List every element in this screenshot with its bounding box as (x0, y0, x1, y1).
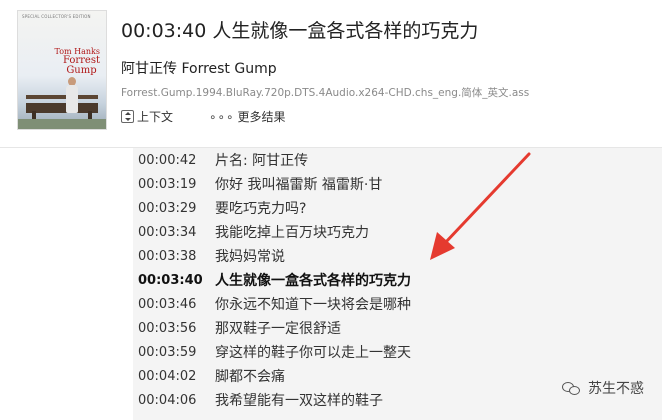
more-dots-icon: ∘∘∘ (209, 109, 235, 124)
subtitle-row[interactable]: 00:03:56 那双鞋子一定很舒适 (133, 316, 662, 340)
subtitle-text: 我希望能有一双这样的鞋子 (215, 393, 383, 409)
subtitle-row[interactable]: 00:03:38 我妈妈常说 (133, 244, 662, 268)
subtitle-time: 00:03:34 (138, 224, 197, 240)
up-down-icon (121, 110, 134, 123)
poster-bench-back (26, 95, 98, 99)
subtitle-time: 00:03:40 (138, 272, 203, 288)
subtitle-text: 那双鞋子一定很舒适 (215, 321, 341, 337)
subtitle-time: 00:03:29 (138, 200, 197, 216)
movie-name[interactable]: 阿甘正传 Forrest Gump (121, 58, 277, 78)
watermark: 苏生不惑 (562, 378, 644, 398)
subtitle-row[interactable]: 00:00:42 片名: 阿甘正传 (133, 148, 662, 172)
poster-person (66, 85, 78, 113)
subtitle-row[interactable]: 00:03:19 你好 我叫福雷斯 福雷斯·甘 (133, 172, 662, 196)
subtitle-file-name: Forrest.Gump.1994.BluRay.720p.DTS.4Audio… (121, 87, 530, 99)
subtitle-text: 你永远不知道下一块将会是哪种 (215, 297, 411, 313)
wechat-icon (562, 380, 582, 396)
subtitle-row-current[interactable]: 00:03:40 人生就像一盒各式各样的巧克力 (133, 268, 662, 292)
subtitle-time: 00:03:38 (138, 248, 197, 264)
result-title[interactable]: 00:03:40 人生就像一盒各式各样的巧克力 (121, 16, 478, 43)
context-label: 上下文 (137, 110, 174, 124)
subtitle-time: 00:04:06 (138, 392, 197, 408)
subtitle-row[interactable]: 00:03:34 我能吃掉上百万块巧克力 (133, 220, 662, 244)
more-results-label: 更多结果 (237, 110, 286, 124)
subtitle-text: 脚都不会痛 (215, 369, 285, 385)
subtitle-time: 00:03:59 (138, 344, 197, 360)
subtitle-time: 00:03:19 (138, 176, 197, 192)
subtitle-row[interactable]: 00:03:29 要吃巧克力吗? (133, 196, 662, 220)
subtitle-text: 你好 我叫福雷斯 福雷斯·甘 (215, 177, 383, 193)
subtitle-text: 我能吃掉上百万块巧克力 (215, 225, 369, 241)
subtitle-text: 要吃巧克力吗? (215, 201, 307, 217)
context-button[interactable]: 上下文 (121, 108, 173, 125)
poster-top-text: SPECIAL COLLECTOR'S EDITION (22, 14, 91, 19)
subtitle-time: 00:03:56 (138, 320, 197, 336)
subtitle-time: 00:04:02 (138, 368, 197, 384)
subtitle-row[interactable]: 00:03:59 穿这样的鞋子你可以走上一整天 (133, 340, 662, 364)
subtitle-text: 穿这样的鞋子你可以走上一整天 (215, 345, 411, 361)
poster-title: Forrest Gump (63, 56, 100, 76)
poster-ground (18, 119, 106, 129)
subtitle-text: 我妈妈常说 (215, 249, 285, 265)
subtitle-time: 00:00:42 (138, 152, 197, 168)
subtitle-text: 片名: 阿甘正传 (215, 153, 309, 169)
result-header: SPECIAL COLLECTOR'S EDITION Tom Hanks Fo… (0, 0, 662, 148)
movie-poster[interactable]: SPECIAL COLLECTOR'S EDITION Tom Hanks Fo… (17, 10, 107, 130)
subtitle-row[interactable]: 00:03:46 你永远不知道下一块将会是哪种 (133, 292, 662, 316)
more-results-button[interactable]: ∘∘∘ 更多结果 (209, 108, 286, 125)
watermark-text: 苏生不惑 (588, 381, 644, 397)
subtitle-text: 人生就像一盒各式各样的巧克力 (215, 273, 411, 289)
subtitle-time: 00:03:46 (138, 296, 197, 312)
poster-title-line2: Gump (66, 65, 97, 76)
